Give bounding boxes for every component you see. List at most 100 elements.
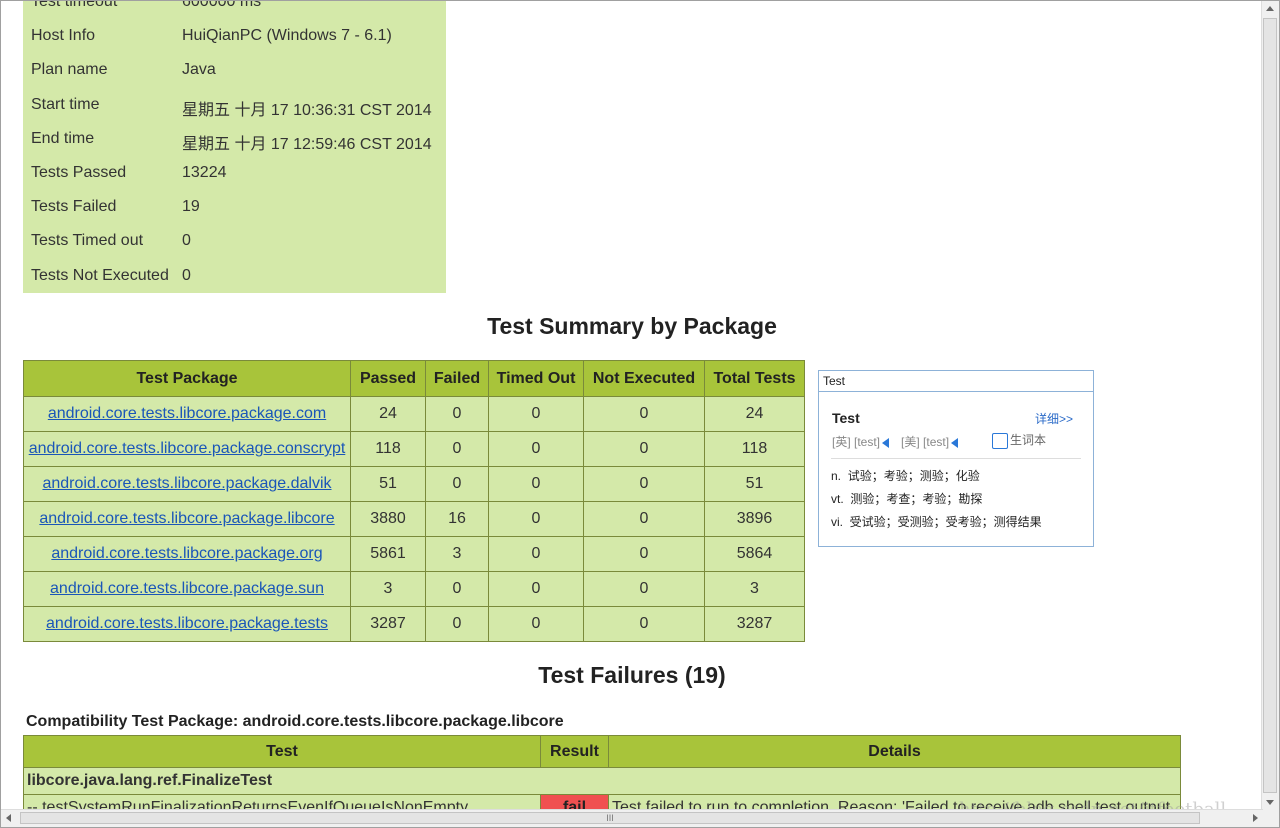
package-cell: android.core.tests.libcore.package.libco… [23,501,351,537]
total-cell: 3287 [704,606,805,642]
us-phonetic: [美] [test] [901,435,950,449]
scrollbar-corner [1262,810,1279,827]
info-row: Tests Not Executed 0 [23,259,446,293]
not-executed-cell: 0 [583,571,705,607]
scroll-down-arrow-icon[interactable] [1266,800,1274,805]
total-cell: 24 [704,396,805,432]
info-row: Host Info HuiQianPC (Windows 7 - 6.1) [23,19,446,53]
failed-cell: 3 [425,536,489,572]
info-key: End time [31,129,95,147]
uk-phonetic: [英] [test] [832,435,881,449]
info-row: Tests Passed 13224 [23,156,446,190]
failures-title: Test Failures (19) [538,662,726,688]
info-key: Tests Failed [31,198,117,216]
passed-cell: 118 [350,431,426,467]
info-key: Host Info [31,27,96,45]
failed-cell: 0 [425,396,489,432]
package-cell: android.core.tests.libcore.package.sun [23,571,351,607]
summary-table: Test Package Passed Failed Timed Out Not… [23,360,805,642]
table-row: android.core.tests.libcore.package.com 2… [23,396,805,432]
info-key: Tests Not Executed [31,266,169,284]
failed-cell: 0 [425,466,489,502]
dictionary-popup-header: Test [819,371,1093,392]
passed-cell: 24 [350,396,426,432]
passed-cell: 3287 [350,606,426,642]
vertical-scrollbar[interactable] [1261,1,1279,810]
package-link[interactable]: android.core.tests.libcore.package.dalvi… [42,475,331,492]
summary-header-row: Test Package Passed Failed Timed Out Not… [23,360,805,397]
not-executed-cell: 0 [583,606,705,642]
col-details: Details [608,735,1181,768]
info-value: 13224 [182,163,227,181]
table-row: android.core.tests.libcore.package.tests… [23,606,805,642]
timed-out-cell: 0 [488,536,584,572]
definition-pos: vt. [831,492,844,506]
package-cell: android.core.tests.libcore.package.consc… [23,431,351,467]
passed-cell: 3880 [350,501,426,537]
definition-text: 受试验；受测验；受考验；测得结果 [849,515,1042,529]
timed-out-cell: 0 [488,606,584,642]
info-row: Start time 星期五 十月 17 10:36:31 CST 2014 [23,88,446,122]
add-vocab-button[interactable]: 生词本 [992,431,1046,449]
not-executed-cell: 0 [583,536,705,572]
info-row: Plan name Java [23,53,446,87]
total-cell: 118 [704,431,805,467]
dictionary-phonetics: [英] [test] [美] [test] [832,433,960,450]
definition-text: 试验；考验；测验；化验 [847,469,980,483]
vocab-label: 生词本 [1010,433,1047,447]
col-passed: Passed [350,360,426,397]
package-link[interactable]: android.core.tests.libcore.package.org [51,545,322,562]
not-executed-cell: 0 [583,396,705,432]
total-cell: 5864 [704,536,805,572]
failures-header-row: Test Result Details [23,735,1181,768]
package-link[interactable]: android.core.tests.libcore.package.libco… [39,510,334,527]
vertical-scroll-thumb[interactable] [1263,18,1277,793]
definition-row: n. 试验；考验；测验；化验 [831,467,980,484]
test-class-cell: libcore.java.lang.ref.FinalizeTest [23,767,1181,795]
package-link[interactable]: android.core.tests.libcore.package.com [48,405,326,422]
scroll-left-arrow-icon[interactable] [6,814,11,822]
vocab-book-icon [992,432,1008,449]
package-cell: android.core.tests.libcore.package.org [23,536,351,572]
col-not-executed: Not Executed [583,360,705,397]
timed-out-cell: 0 [488,431,584,467]
info-value: 600000 ms [182,0,262,10]
table-row: android.core.tests.libcore.package.dalvi… [23,466,805,502]
dictionary-popup: Test Test 详细>> [英] [test] [美] [test] 生词本… [818,370,1094,547]
package-cell: android.core.tests.libcore.package.tests [23,606,351,642]
package-link[interactable]: android.core.tests.libcore.package.consc… [29,440,346,457]
info-row: End time 星期五 十月 17 12:59:46 CST 2014 [23,122,446,156]
col-test: Test [23,735,541,768]
horizontal-scrollbar[interactable]: III [1,809,1263,827]
definition-text: 测验；考查；考验；勘探 [850,492,983,506]
total-cell: 51 [704,466,805,502]
scroll-right-arrow-icon[interactable] [1253,814,1258,822]
test-info-table: Test timeout 600000 ms Host Info HuiQianPC… [23,0,446,293]
col-test-package: Test Package [23,360,351,397]
info-value: 星期五 十月 17 10:36:31 CST 2014 [182,101,432,119]
failed-cell: 16 [425,501,489,537]
timed-out-cell: 0 [488,571,584,607]
info-row: Tests Timed out 0 [23,224,446,258]
col-result: Result [540,735,609,768]
dictionary-divider [831,458,1081,459]
browser-content: Test timeout 600000 ms Host Info HuiQianPC… [0,0,1280,828]
package-link[interactable]: android.core.tests.libcore.package.sun [50,580,324,597]
speaker-icon[interactable] [951,437,959,448]
package-link[interactable]: android.core.tests.libcore.package.tests [46,615,328,632]
scroll-up-arrow-icon[interactable] [1266,6,1274,11]
table-row: android.core.tests.libcore.package.libco… [23,501,805,537]
horizontal-scroll-thumb[interactable]: III [20,812,1200,824]
timed-out-cell: 0 [488,466,584,502]
info-value: 星期五 十月 17 12:59:46 CST 2014 [182,135,432,153]
info-row: Test timeout 600000 ms [23,0,446,19]
speaker-icon[interactable] [882,437,890,448]
definition-pos: vi. [831,515,843,529]
info-key: Tests Timed out [31,232,144,250]
info-key: Tests Passed [31,163,127,181]
package-cell: android.core.tests.libcore.package.com [23,396,351,432]
definition-pos: n. [831,469,842,483]
failure-package-label: Compatibility Test Package: android.core… [26,713,564,730]
dictionary-details-link[interactable]: 详细>> [1035,410,1073,427]
info-value: 0 [182,232,191,250]
